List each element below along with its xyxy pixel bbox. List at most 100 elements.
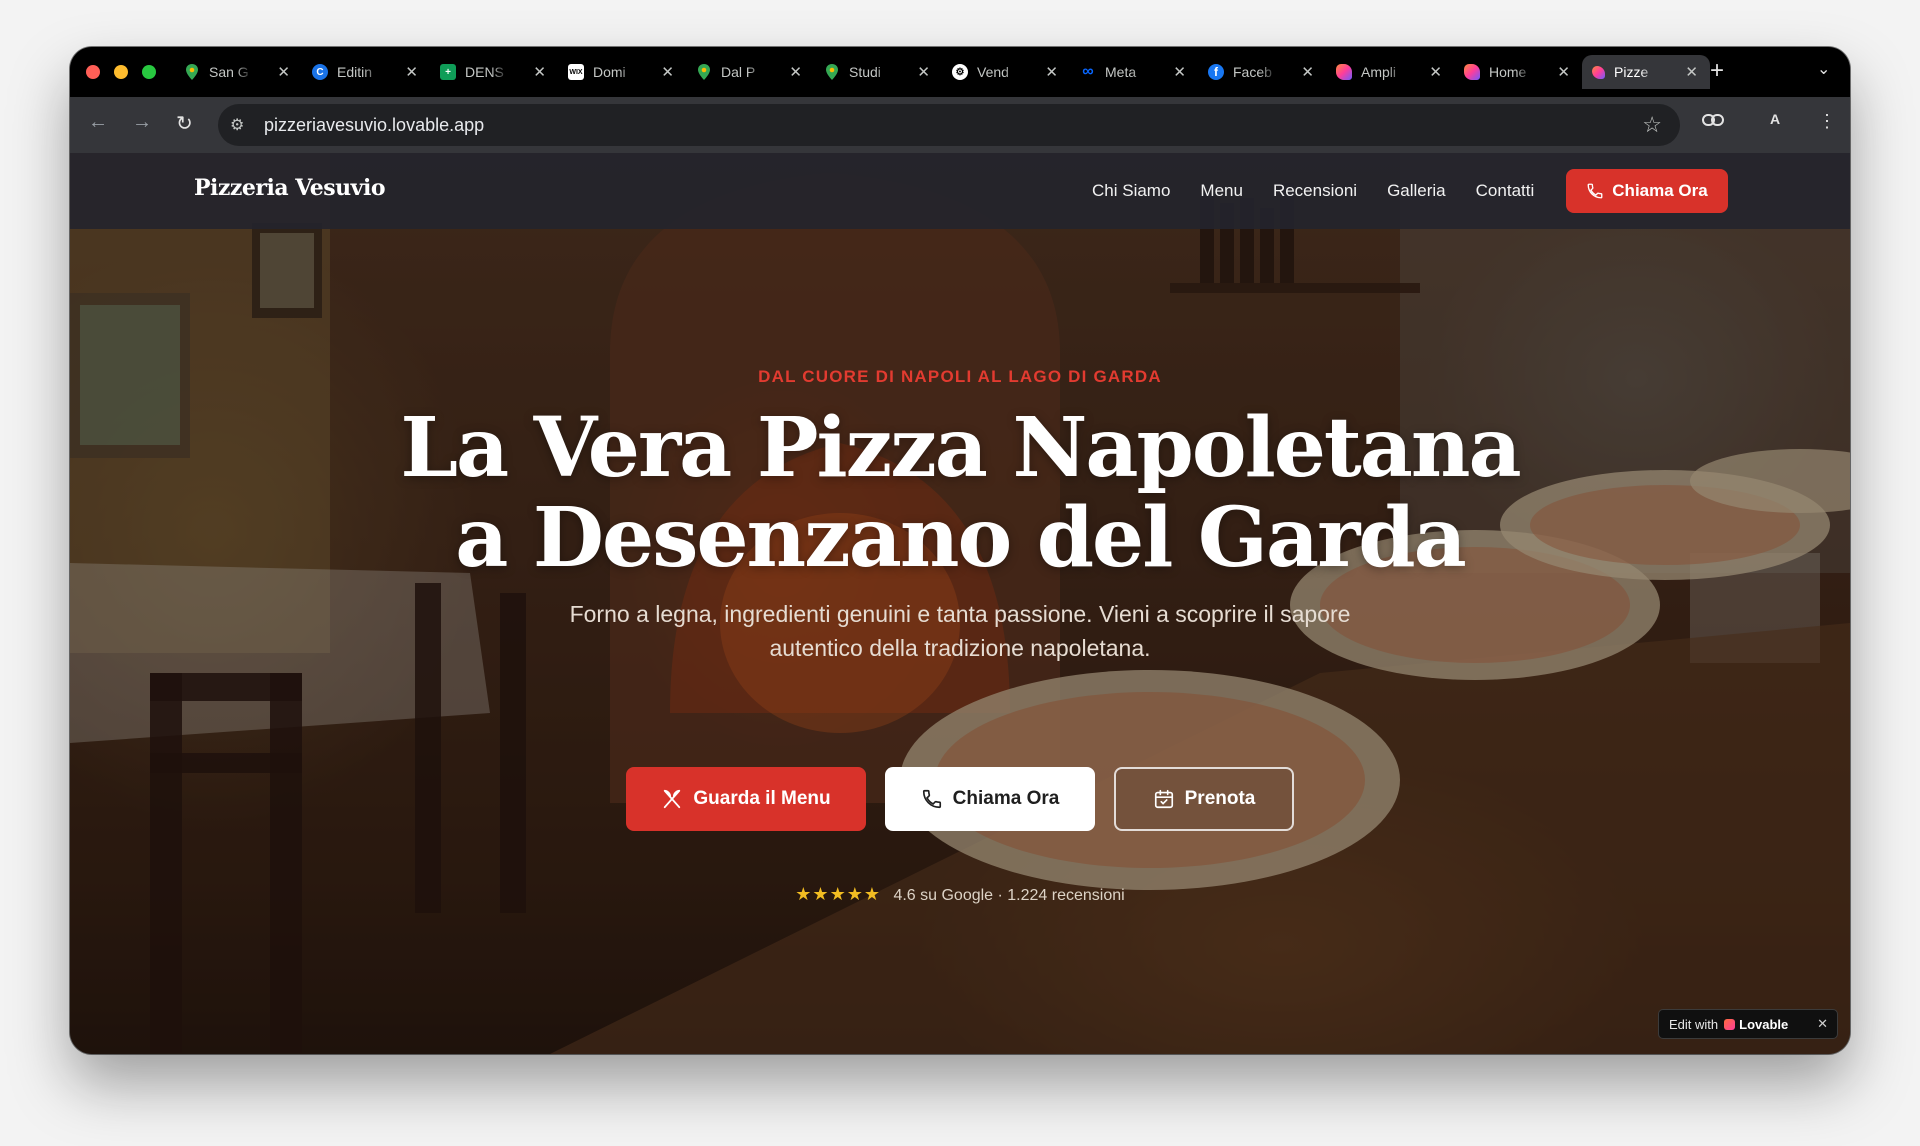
close-icon[interactable]: ✕	[1301, 63, 1314, 81]
tab-title: DENS	[465, 64, 504, 80]
badge-brand: Lovable	[1739, 1016, 1789, 1032]
rating-text: 4.6 su Google · 1.224 recensioni	[893, 887, 1125, 904]
reload-icon[interactable]: ↻	[176, 111, 193, 136]
nav-link-recensioni[interactable]: Recensioni	[1273, 181, 1357, 201]
rating-stars-icon: ★★★★★	[795, 884, 881, 904]
tab-title: San G	[209, 64, 249, 80]
nav-call-button[interactable]: Chiama Ora	[1566, 169, 1728, 213]
browser-tab[interactable]: Ampli ✕	[1326, 55, 1454, 89]
nav-call-label: Chiama Ora	[1612, 181, 1708, 200]
close-icon[interactable]: ✕	[405, 63, 418, 81]
tab-title: Ampli	[1361, 64, 1397, 80]
facebook-icon: f	[1208, 64, 1224, 80]
sheets-icon: +	[440, 64, 456, 80]
nav-link-chi-siamo[interactable]: Chi Siamo	[1092, 181, 1170, 201]
tab-search-chevron-icon[interactable]: ⌄	[1817, 59, 1830, 79]
lovable-icon	[1464, 64, 1480, 80]
tab-title: Domi	[593, 64, 626, 80]
nav-link-menu[interactable]: Menu	[1200, 181, 1243, 201]
lovable-heart-icon	[1724, 1018, 1736, 1030]
book-button[interactable]: Prenota	[1114, 767, 1294, 831]
hero-subtitle-line1: Forno a legna, ingredienti genuini e tan…	[569, 601, 1351, 627]
close-icon[interactable]: ✕	[1429, 63, 1442, 81]
nav-link-galleria[interactable]: Galleria	[1387, 181, 1446, 201]
maximize-window-button[interactable]	[142, 65, 156, 79]
openai-icon: ⚙	[952, 64, 968, 80]
hero-title: La Vera Pizza Napoletana a Desenzano del…	[70, 403, 1850, 583]
tab-title: Vend	[977, 64, 1009, 80]
tab-title: Faceb	[1233, 64, 1272, 80]
browser-window: San G ✕ C Editin ✕ + DENS ✕ WIX Domi ✕ D…	[70, 47, 1850, 1054]
browser-tab-active[interactable]: Pizze ✕	[1582, 55, 1710, 89]
browser-tab[interactable]: f Faceb ✕	[1198, 55, 1326, 89]
tab-title: Pizze	[1614, 64, 1649, 80]
hero-subtitle: Forno a legna, ingredienti genuini e tan…	[510, 597, 1410, 665]
tab-title: Home	[1489, 64, 1527, 80]
bookmark-star-icon[interactable]: ☆	[1642, 112, 1662, 138]
close-icon[interactable]: ✕	[1557, 63, 1570, 81]
profile-avatar[interactable]: A	[1770, 111, 1780, 127]
google-rating: ★★★★★ 4.6 su Google · 1.224 recensioni	[70, 884, 1850, 905]
tab-title: Editin	[337, 64, 373, 80]
close-icon[interactable]: ✕	[789, 63, 802, 81]
utensils-icon	[664, 789, 681, 809]
kebab-menu-icon[interactable]: ⋮	[1818, 111, 1836, 132]
browser-toolbar: ← → ↻ ⚙ pizzeriavesuvio.lovable.app ☆ A …	[70, 97, 1850, 153]
phone-icon	[1587, 183, 1603, 199]
editor-icon: C	[312, 64, 328, 80]
browser-tab[interactable]: C Editin ✕	[302, 55, 430, 89]
menu-button[interactable]: Guarda il Menu	[626, 767, 866, 831]
tab-title: Dal P	[721, 64, 756, 80]
close-window-button[interactable]	[86, 65, 100, 79]
close-icon[interactable]: ✕	[661, 63, 674, 81]
page-viewport: Pizzeria Vesuvio Chi Siamo Menu Recensio…	[70, 153, 1850, 1054]
close-icon[interactable]: ✕	[533, 63, 546, 81]
call-button-label: Chiama Ora	[952, 788, 1060, 809]
browser-tab[interactable]: ⚙ Vend ✕	[942, 55, 1070, 89]
site-logo[interactable]: Pizzeria Vesuvio	[194, 175, 386, 201]
calendar-icon	[1154, 789, 1173, 809]
maps-pin-icon	[824, 64, 840, 80]
address-bar[interactable]: ⚙ pizzeriavesuvio.lovable.app ☆	[218, 104, 1680, 146]
site-info-icon[interactable]: ⚙	[230, 115, 244, 135]
lovable-icon	[1592, 65, 1605, 79]
new-tab-button[interactable]: +	[1710, 57, 1724, 85]
phone-icon	[922, 789, 941, 809]
book-button-label: Prenota	[1184, 788, 1256, 809]
maps-pin-icon	[696, 64, 712, 80]
browser-tab[interactable]: Studi ✕	[814, 55, 942, 89]
browser-tab[interactable]: + DENS ✕	[430, 55, 558, 89]
call-button[interactable]: Chiama Ora	[885, 767, 1095, 831]
hero-kicker: DAL CUORE DI NAPOLI AL LAGO DI GARDA	[758, 367, 1162, 386]
browser-tab[interactable]: Home ✕	[1454, 55, 1582, 89]
browser-tab[interactable]: Dal P ✕	[686, 55, 814, 89]
hero-title-line2: a Desenzano del Garda	[455, 490, 1467, 586]
lovable-icon	[1336, 64, 1352, 80]
close-icon[interactable]: ✕	[1817, 1016, 1828, 1032]
nav-link-contatti[interactable]: Contatti	[1476, 181, 1535, 201]
link-icon[interactable]	[1702, 111, 1724, 132]
meta-icon: ∞	[1082, 63, 1094, 80]
tab-list: San G ✕ C Editin ✕ + DENS ✕ WIX Domi ✕ D…	[174, 55, 1710, 89]
close-icon[interactable]: ✕	[1685, 63, 1698, 81]
hero-subtitle-line2: autentico della tradizione napoletana.	[769, 635, 1151, 661]
maps-pin-icon	[184, 64, 200, 80]
tab-title: Studi	[849, 64, 881, 80]
browser-tab[interactable]: San G ✕	[174, 55, 302, 89]
edit-with-lovable-badge[interactable]: Edit with Lovable ✕	[1658, 1009, 1838, 1039]
browser-tab[interactable]: ∞ Meta ✕	[1070, 55, 1198, 89]
site-navbar: Pizzeria Vesuvio Chi Siamo Menu Recensio…	[70, 153, 1850, 229]
nav-links: Chi Siamo Menu Recensioni Galleria Conta…	[1092, 181, 1564, 201]
menu-button-label: Guarda il Menu	[693, 788, 831, 809]
forward-arrow-icon[interactable]: →	[132, 111, 152, 134]
url-text[interactable]: pizzeriavesuvio.lovable.app	[264, 115, 484, 136]
wix-icon: WIX	[568, 64, 584, 80]
browser-tab[interactable]: WIX Domi ✕	[558, 55, 686, 89]
hero-title-line1: La Vera Pizza Napoletana	[400, 400, 1521, 496]
close-icon[interactable]: ✕	[1173, 63, 1186, 81]
close-icon[interactable]: ✕	[1045, 63, 1058, 81]
close-icon[interactable]: ✕	[277, 63, 290, 81]
back-arrow-icon[interactable]: ←	[88, 111, 108, 134]
close-icon[interactable]: ✕	[917, 63, 930, 81]
minimize-window-button[interactable]	[114, 65, 128, 79]
